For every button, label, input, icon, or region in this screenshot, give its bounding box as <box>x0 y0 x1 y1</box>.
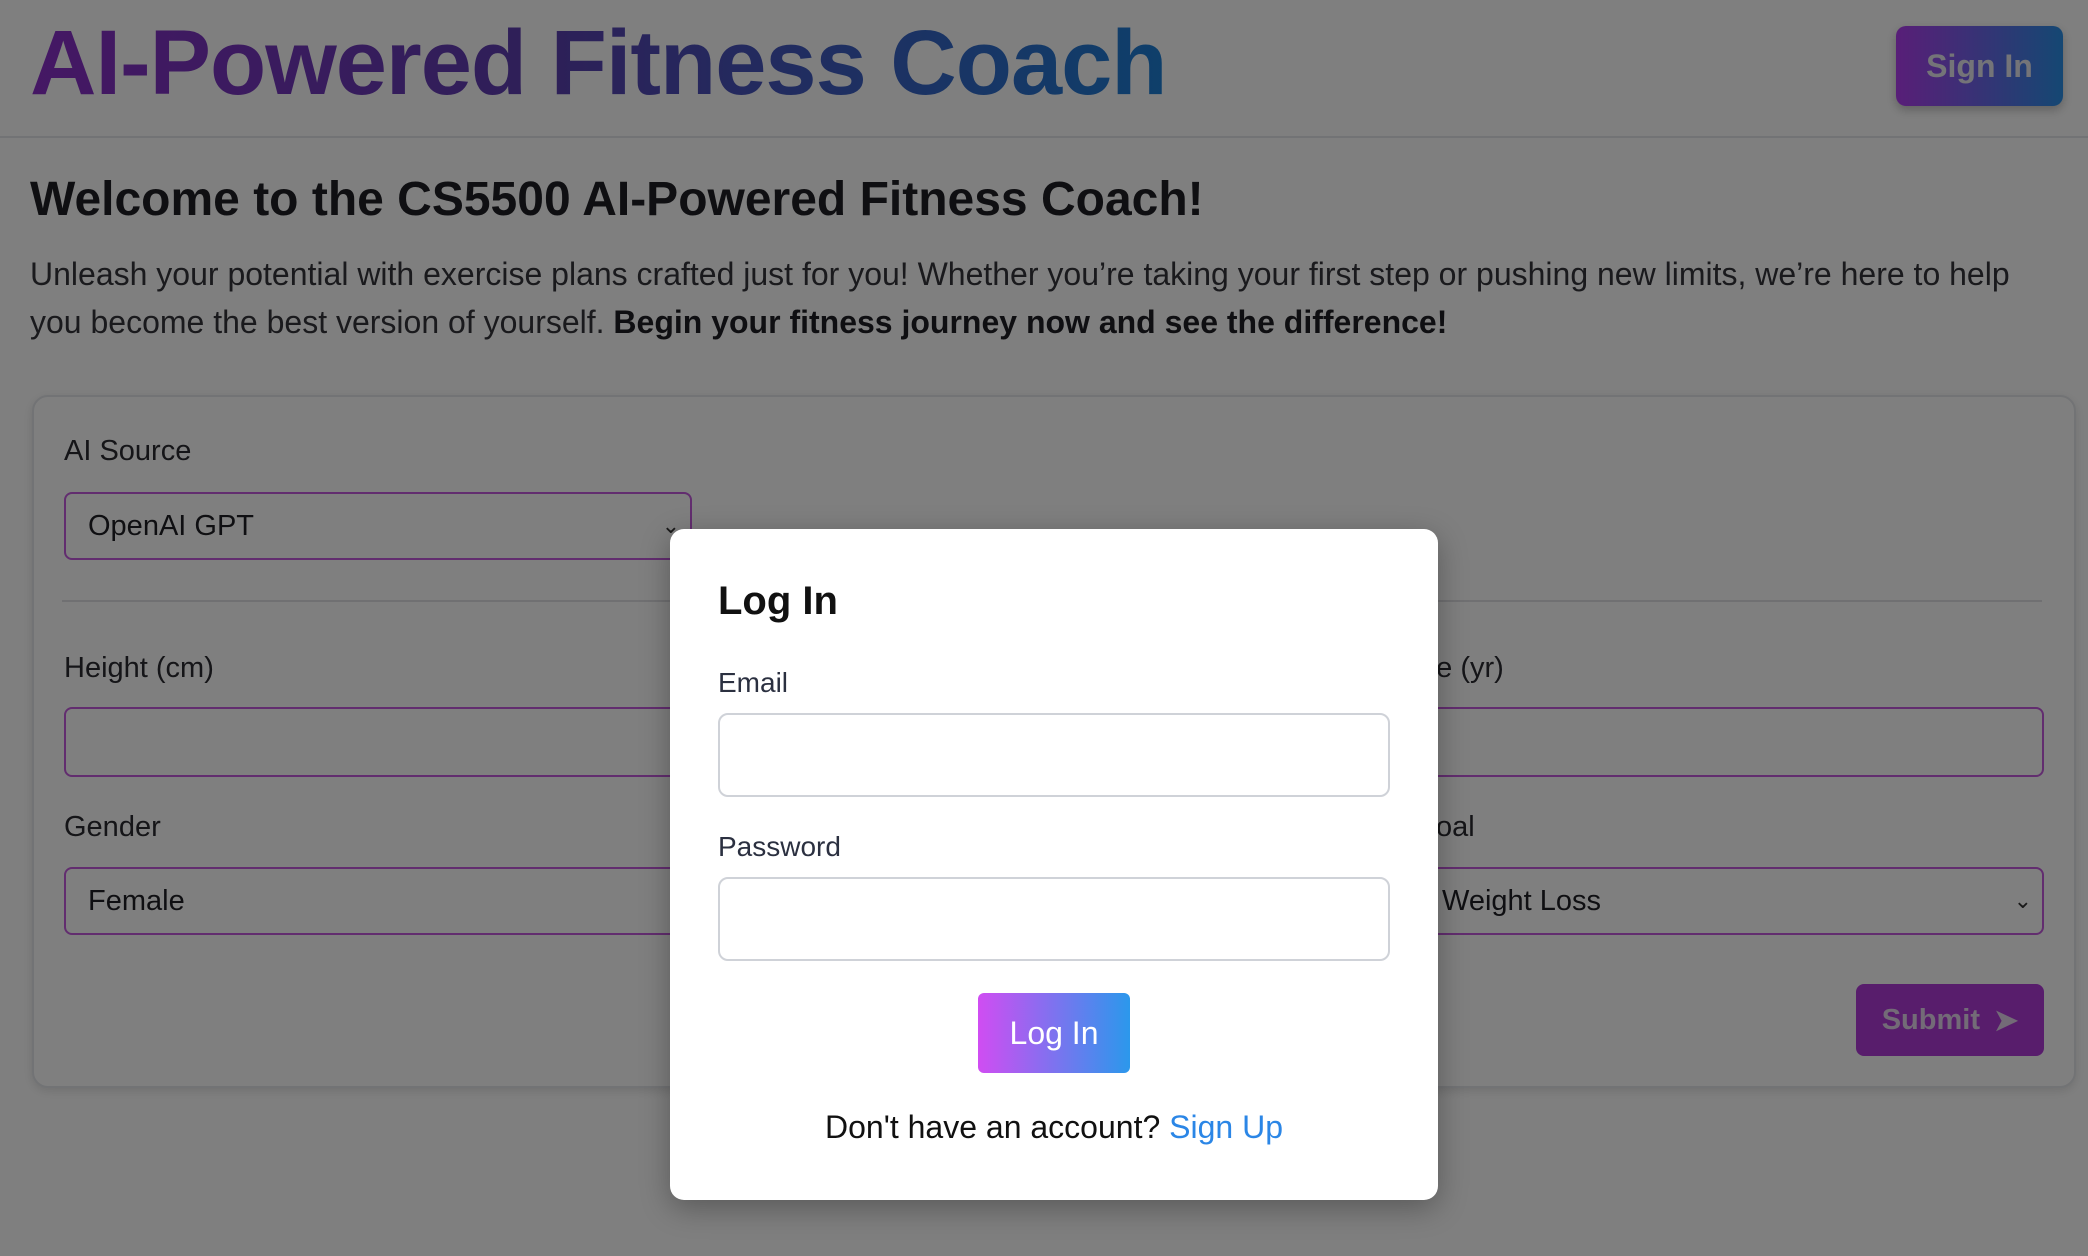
signup-prompt-text: Don't have an account? <box>825 1109 1170 1145</box>
sign-up-link[interactable]: Sign Up <box>1169 1109 1283 1145</box>
email-field[interactable] <box>718 713 1390 797</box>
signup-prompt: Don't have an account? Sign Up <box>670 1109 1438 1146</box>
login-modal: Log In Email Password Log In Don't have … <box>670 529 1438 1200</box>
email-label: Email <box>718 667 789 698</box>
modal-title: Log In <box>718 579 838 623</box>
log-in-button[interactable]: Log In <box>978 993 1130 1073</box>
password-field[interactable] <box>718 877 1390 961</box>
password-label: Password <box>718 831 841 862</box>
